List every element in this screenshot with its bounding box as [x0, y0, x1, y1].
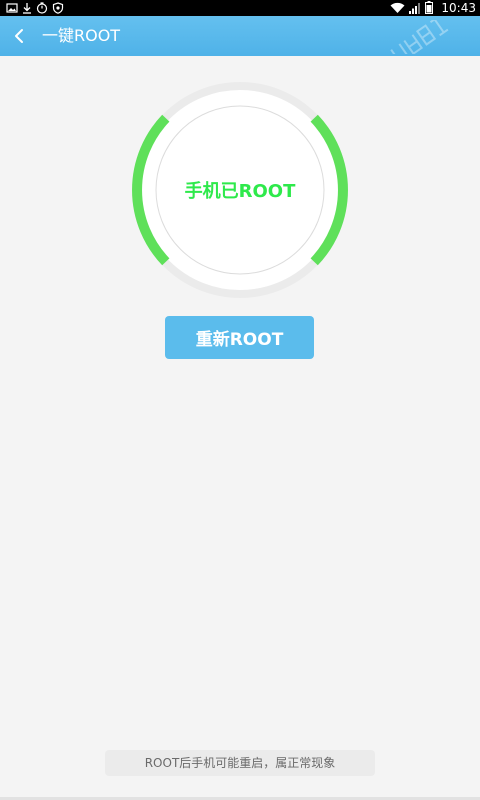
download-icon	[22, 0, 32, 18]
status-time: 10:43	[441, 1, 476, 15]
status-bar: 10:43	[0, 0, 480, 16]
wifi-icon	[390, 0, 405, 18]
image-icon	[6, 0, 18, 18]
battery-icon	[425, 0, 434, 18]
back-button[interactable]	[8, 24, 32, 48]
shield-icon	[52, 0, 64, 18]
reboot-notice: ROOT后手机可能重启，属正常现象	[105, 750, 375, 776]
notification-icons	[6, 1, 64, 15]
page-title: 一键ROOT	[42, 26, 121, 45]
watermark-logo-icon	[380, 15, 470, 65]
system-icons: 10:43	[390, 0, 476, 16]
root-status-indicator: 手机已ROOT	[130, 80, 350, 300]
chevron-left-icon	[15, 29, 23, 43]
timer-icon	[36, 0, 48, 18]
root-status-text: 手机已ROOT	[184, 181, 296, 202]
app-header: 一键ROOT	[0, 15, 480, 65]
reroot-button[interactable]: 重新ROOT	[165, 316, 314, 359]
signal-icon	[409, 0, 421, 18]
